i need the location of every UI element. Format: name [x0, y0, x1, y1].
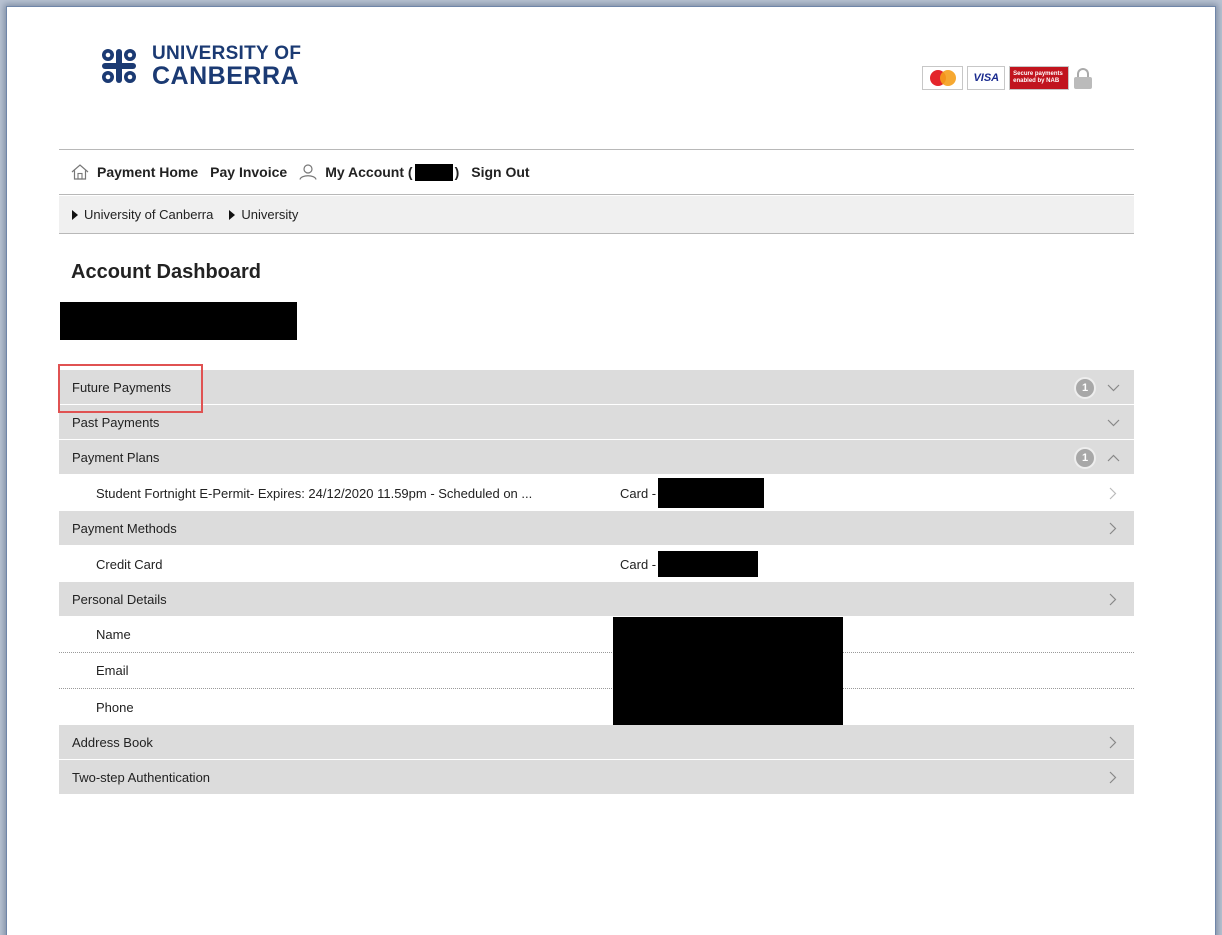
nav-payment-home[interactable]: Payment Home	[71, 164, 198, 180]
payment-plan-label: Student Fortnight E-Permit- Expires: 24/…	[96, 485, 533, 501]
logo-icon	[102, 49, 136, 83]
field-label: Email	[96, 663, 129, 678]
logo-line-2: CANBERRA	[152, 61, 300, 90]
section-label: Past Payments	[72, 414, 160, 430]
count-badge: 1	[1074, 446, 1096, 469]
breadcrumb-label: University	[241, 207, 299, 222]
section-future-payments[interactable]: Future Payments 1	[59, 370, 1134, 405]
section-two-step-authentication[interactable]: Two-step Authentication	[59, 760, 1134, 795]
credit-card-row[interactable]: Credit Card Card -	[59, 546, 1134, 582]
home-icon	[71, 164, 89, 180]
breadcrumb-item[interactable]: University of Canberra	[72, 207, 213, 222]
triangle-right-icon	[72, 209, 78, 220]
breadcrumb: University of Canberra University	[59, 196, 1134, 234]
logo-text: UNIVERSITY OF CANBERRA	[152, 44, 301, 89]
card-prefix: Card -	[620, 556, 657, 572]
university-logo[interactable]: UNIVERSITY OF CANBERRA	[96, 38, 301, 94]
mastercard-icon	[922, 66, 964, 90]
nav-payment-home-label: Payment Home	[97, 164, 199, 180]
personal-detail-name: Name	[59, 617, 1134, 653]
chevron-right-icon	[1106, 593, 1120, 607]
chevron-right-icon	[1106, 736, 1120, 750]
redacted-user-name	[60, 302, 297, 340]
section-payment-methods[interactable]: Payment Methods	[59, 511, 1134, 546]
payment-badges: VISA Secure payments enabled by NAB	[922, 64, 1092, 92]
nav-sign-out-label: Sign Out	[471, 164, 530, 180]
field-label: Phone	[96, 699, 134, 715]
section-label: Two-step Authentication	[72, 769, 211, 785]
visa-icon: VISA	[967, 66, 1006, 90]
nav-my-account-suffix: )	[454, 164, 460, 180]
user-icon	[299, 164, 317, 180]
personal-detail-email: Email	[59, 653, 1134, 689]
chevron-right-icon	[1106, 771, 1120, 785]
credit-card-number: Card -	[620, 546, 759, 582]
section-label: Future Payments	[72, 379, 171, 395]
nav-my-account-prefix: My Account (	[325, 164, 413, 180]
section-payment-plans[interactable]: Payment Plans 1	[59, 440, 1134, 475]
redacted-account-id	[414, 163, 453, 181]
redacted-card-number	[658, 551, 759, 577]
breadcrumb-label: University of Canberra	[84, 207, 214, 222]
section-past-payments[interactable]: Past Payments	[59, 405, 1134, 440]
count-badge: 1	[1074, 376, 1096, 399]
credit-card-label: Credit Card	[96, 556, 163, 572]
chevron-down-icon	[1106, 416, 1120, 430]
personal-detail-phone: Phone	[59, 689, 1134, 725]
logo-line-1: UNIVERSITY OF	[152, 42, 302, 64]
payment-plan-card: Card -	[620, 475, 765, 511]
payment-plan-row[interactable]: Student Fortnight E-Permit- Expires: 24/…	[59, 475, 1134, 511]
card-prefix: Card -	[620, 485, 657, 501]
lock-icon	[1073, 67, 1092, 89]
section-label: Payment Methods	[72, 520, 177, 536]
nav-pay-invoice[interactable]: Pay Invoice	[210, 164, 287, 180]
section-address-book[interactable]: Address Book	[59, 725, 1134, 760]
dashboard-sections: Future Payments 1 Past Payments Payment …	[59, 370, 1134, 795]
nav-pay-invoice-label: Pay Invoice	[210, 164, 288, 180]
chevron-right-icon	[1106, 522, 1120, 536]
field-label: Name	[96, 627, 131, 642]
chevron-down-icon	[1106, 381, 1120, 395]
nav-my-account[interactable]: My Account ( )	[299, 163, 460, 181]
chevron-up-icon	[1106, 451, 1120, 465]
section-label: Payment Plans	[72, 449, 160, 465]
section-personal-details[interactable]: Personal Details	[59, 582, 1134, 617]
chevron-right-icon	[1106, 486, 1120, 500]
breadcrumb-item[interactable]: University	[229, 207, 298, 222]
page-title: Account Dashboard	[71, 261, 262, 283]
section-label: Address Book	[72, 734, 153, 750]
nab-secure-icon: Secure payments enabled by NAB	[1009, 66, 1069, 90]
redacted-card-number	[658, 478, 765, 508]
triangle-right-icon	[229, 209, 236, 220]
top-navigation: Payment Home Pay Invoice My Account ( ) …	[59, 149, 1134, 195]
redacted-personal-details	[613, 617, 843, 725]
section-label: Personal Details	[72, 591, 167, 607]
nav-sign-out[interactable]: Sign Out	[471, 164, 529, 180]
